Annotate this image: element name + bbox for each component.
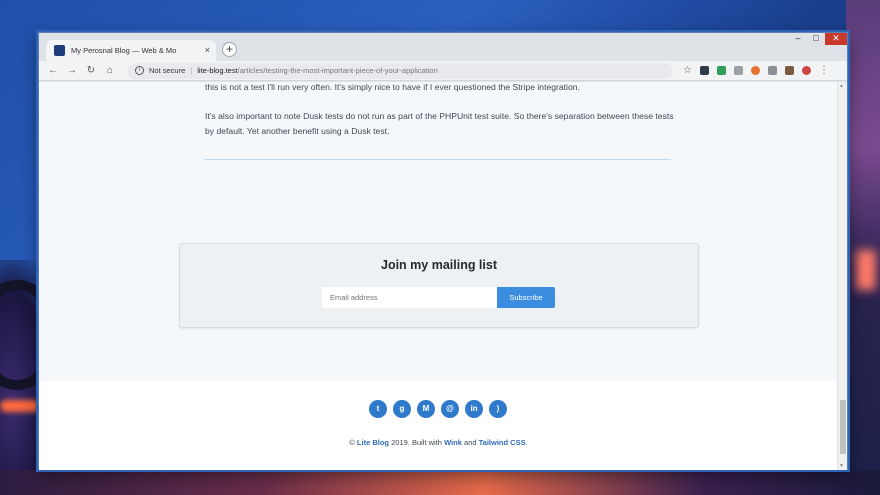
forward-icon[interactable]: → bbox=[64, 63, 80, 79]
tailwind-link[interactable]: Tailwind CSS bbox=[479, 438, 526, 447]
extension-icon[interactable] bbox=[733, 66, 743, 75]
browser-tab[interactable]: My Perosnal Blog — Web & Mo × bbox=[46, 40, 216, 61]
reload-icon[interactable]: ↻ bbox=[83, 63, 99, 79]
url-host: lite-blog.test bbox=[197, 66, 238, 75]
subscribe-button[interactable]: Subscribe bbox=[497, 287, 555, 308]
title-bar: My Perosnal Blog — Web & Mo × + – □ ✕ bbox=[39, 33, 847, 61]
article-divider bbox=[205, 159, 671, 160]
desktop-bottom-decoration bbox=[0, 470, 880, 495]
email-field[interactable] bbox=[322, 287, 498, 308]
bookmark-star-icon[interactable]: ☆ bbox=[683, 65, 692, 76]
desktop-right-decoration bbox=[846, 0, 880, 495]
extensions-bar: ☆ ⋮ bbox=[683, 65, 837, 76]
favicon-icon bbox=[54, 45, 65, 56]
article-paragraph: this is not a test I'll run very often. … bbox=[205, 82, 580, 92]
close-button[interactable]: ✕ bbox=[825, 33, 847, 45]
brand-link[interactable]: Lite Blog bbox=[357, 438, 389, 447]
wink-link[interactable]: Wink bbox=[444, 438, 462, 447]
twitter-icon[interactable]: t bbox=[369, 400, 387, 418]
email-icon[interactable]: @ bbox=[441, 400, 459, 418]
minimize-button[interactable]: – bbox=[789, 33, 807, 45]
period: . bbox=[525, 438, 528, 447]
social-links: t g M @ in ) bbox=[369, 400, 513, 418]
copyright-text: © Lite Blog 2019. Built with Wink and Ta… bbox=[39, 438, 838, 447]
window-controls: – □ ✕ bbox=[789, 33, 847, 45]
browser-window: My Perosnal Blog — Web & Mo × + – □ ✕ ← … bbox=[38, 32, 848, 470]
linkedin-icon[interactable]: in bbox=[465, 400, 483, 418]
extension-icon[interactable] bbox=[767, 66, 777, 75]
profile-avatar[interactable] bbox=[801, 66, 811, 75]
address-bar[interactable]: i Not secure | lite-blog.test /articles/… bbox=[127, 62, 673, 79]
back-icon[interactable]: ← bbox=[45, 63, 61, 79]
mailing-list-box: Join my mailing list Subscribe bbox=[179, 243, 699, 328]
url-path: /articles/testing-the-most-important-pie… bbox=[237, 66, 438, 75]
home-icon[interactable]: ⌂ bbox=[102, 63, 118, 79]
scrollbar-thumb[interactable] bbox=[840, 400, 846, 454]
extension-icon[interactable] bbox=[750, 66, 760, 75]
mailing-title: Join my mailing list bbox=[381, 258, 497, 272]
neon-light bbox=[0, 400, 40, 412]
rss-icon[interactable]: ) bbox=[489, 400, 507, 418]
copyright-symbol: © bbox=[349, 438, 355, 447]
extension-icon[interactable] bbox=[784, 66, 794, 75]
copyright-year: 2019. Built with bbox=[391, 438, 442, 447]
new-tab-button[interactable]: + bbox=[222, 42, 237, 57]
and-text: and bbox=[464, 438, 477, 447]
page-footer: t g M @ in ) © Lite Blog 2019. Built wit… bbox=[39, 381, 838, 470]
scrollbar[interactable]: ▲ ▼ bbox=[837, 82, 847, 470]
extension-icon[interactable] bbox=[716, 66, 726, 75]
medium-icon[interactable]: M bbox=[417, 400, 435, 418]
scroll-down-icon[interactable]: ▼ bbox=[839, 463, 844, 469]
info-icon[interactable]: i bbox=[135, 66, 144, 75]
tab-close-icon[interactable]: × bbox=[205, 46, 210, 55]
page-viewport: this is not a test I'll run very often. … bbox=[39, 82, 838, 470]
scroll-up-icon[interactable]: ▲ bbox=[839, 83, 844, 89]
tab-title: My Perosnal Blog — Web & Mo bbox=[71, 46, 177, 55]
browser-toolbar: ← → ↻ ⌂ i Not secure | lite-blog.test /a… bbox=[39, 61, 847, 81]
security-label: Not secure bbox=[149, 66, 186, 75]
github-icon[interactable]: g bbox=[393, 400, 411, 418]
menu-icon[interactable]: ⋮ bbox=[819, 65, 829, 76]
neon-light bbox=[856, 250, 876, 290]
separator: | bbox=[190, 66, 193, 75]
maximize-button[interactable]: □ bbox=[807, 33, 825, 45]
extension-icon[interactable] bbox=[699, 66, 709, 75]
article-paragraph: It's also important to note Dusk tests d… bbox=[205, 111, 674, 136]
